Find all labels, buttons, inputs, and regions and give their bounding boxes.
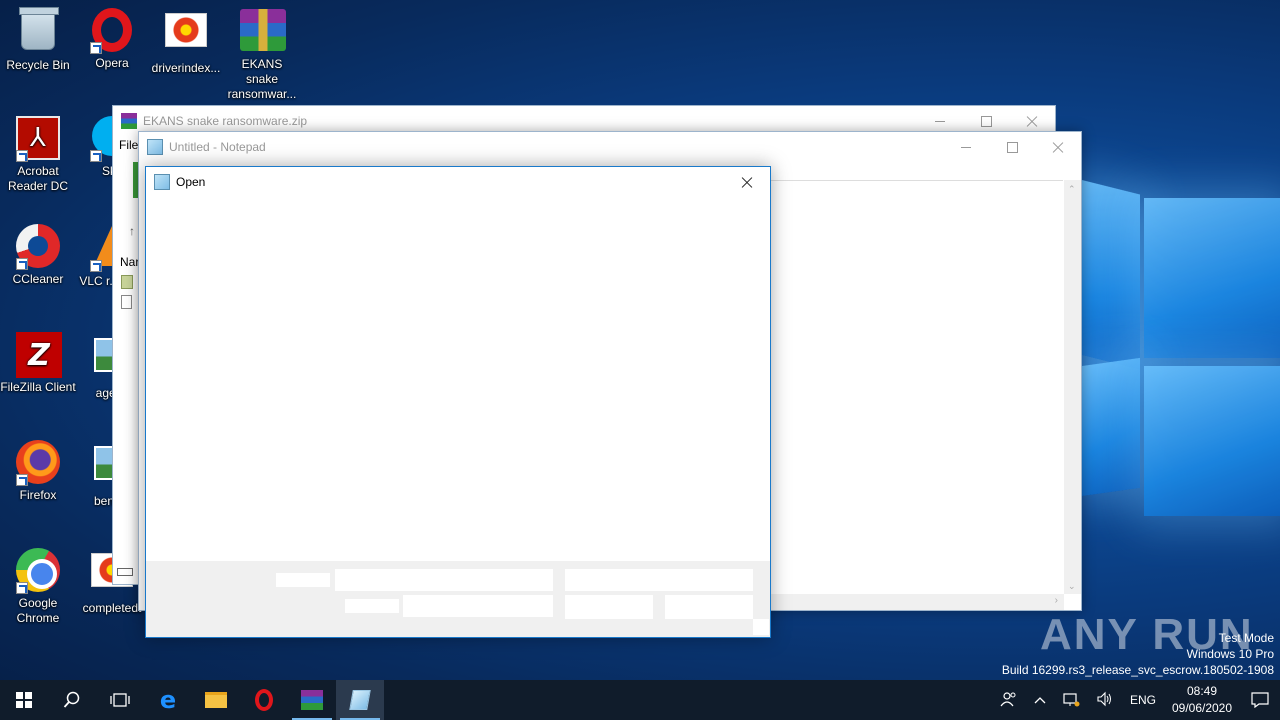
window-title: EKANS snake ransomware.zip xyxy=(143,114,308,128)
scroll-up-icon[interactable]: ⌃ xyxy=(1068,184,1076,195)
file-icon xyxy=(121,295,132,309)
ccleaner-icon xyxy=(16,224,60,270)
desktop-icon-opera[interactable]: Opera xyxy=(74,8,150,71)
winrar-icon xyxy=(301,690,323,710)
desktop-icon-recycle-bin[interactable]: Recycle Bin xyxy=(0,7,76,73)
opera-icon xyxy=(255,689,273,711)
opera-icon xyxy=(90,8,134,54)
windows-wallpaper-logo xyxy=(1082,180,1280,516)
taskbar: e ENG 08:49 09/06/2020 xyxy=(0,680,1280,720)
desktop-icon-label: FileZilla Client xyxy=(0,380,76,394)
taskbar-file-explorer[interactable] xyxy=(192,680,240,720)
action-center-button[interactable] xyxy=(1240,680,1280,720)
file-name-label-placeholder xyxy=(276,573,330,587)
windows-start-icon xyxy=(16,692,32,708)
maximize-button[interactable] xyxy=(989,132,1035,162)
notification-icon xyxy=(1251,692,1269,708)
desktop-icon-label: Google Chrome xyxy=(16,596,60,625)
desktop-icon-label: Opera xyxy=(95,56,129,70)
file-name-input[interactable] xyxy=(335,569,553,591)
desktop-icon-chrome[interactable]: Google Chrome xyxy=(0,548,76,626)
vertical-scrollbar[interactable]: ⌃ ⌄ xyxy=(1064,180,1081,594)
taskbar-notepad[interactable] xyxy=(336,680,384,720)
desktop-icon-filezilla[interactable]: Z FileZilla Client xyxy=(0,332,76,395)
window-title: Untitled - Notepad xyxy=(169,140,266,154)
watermark-line-3: Build 16299.rs3_release_svc_escrow.18050… xyxy=(1001,663,1274,677)
desktop-icon-label: Acrobat Reader DC xyxy=(7,164,69,193)
winrar-app-icon xyxy=(121,113,137,129)
clock[interactable]: 08:49 09/06/2020 xyxy=(1164,683,1240,717)
notepad-icon xyxy=(349,690,371,710)
open-button[interactable] xyxy=(565,595,653,619)
show-hidden-icons-chevron-up-icon[interactable] xyxy=(1026,693,1054,707)
search-button[interactable] xyxy=(48,680,96,720)
folder-icon xyxy=(205,692,227,708)
desktop-icon-label: EKANS snake ransomwar... xyxy=(227,57,297,101)
minimize-button[interactable] xyxy=(943,132,989,162)
desktop-icon-label: driverindex... xyxy=(151,61,221,75)
recycle-bin-icon xyxy=(16,7,60,54)
volume-icon[interactable] xyxy=(1088,691,1122,710)
desktop-icon-label: completedt xyxy=(82,601,142,615)
resize-grip[interactable] xyxy=(753,619,769,635)
encoding-select[interactable] xyxy=(403,595,553,617)
system-tray: ENG 08:49 09/06/2020 xyxy=(992,680,1280,720)
taskbar-opera[interactable] xyxy=(240,680,288,720)
filezilla-icon: Z xyxy=(16,332,62,378)
desktop-icon-ccleaner[interactable]: CCleaner xyxy=(0,224,76,287)
clock-date: 09/06/2020 xyxy=(1171,701,1233,715)
close-button[interactable] xyxy=(1035,132,1081,162)
desktop-icon-acrobat[interactable]: ⅄ Acrobat Reader DC xyxy=(0,116,76,194)
column-header-name[interactable]: Nar xyxy=(120,255,139,269)
image-file-icon xyxy=(164,13,208,57)
firefox-icon xyxy=(16,440,60,486)
notepad-app-icon xyxy=(154,174,170,190)
taskbar-edge[interactable]: e xyxy=(144,680,192,720)
dialog-footer xyxy=(146,561,770,637)
clock-time: 08:49 xyxy=(1186,684,1218,698)
dialog-title: Open xyxy=(176,175,206,189)
acrobat-icon: ⅄ xyxy=(16,116,60,162)
menu-file[interactable]: File xyxy=(119,138,138,152)
test-mode-watermark: Test Mode Windows 10 Pro Build 16299.rs3… xyxy=(1002,630,1274,678)
desktop-icon-label: Firefox xyxy=(19,488,57,502)
watermark-line-1: Test Mode xyxy=(1218,631,1274,645)
cancel-button[interactable] xyxy=(665,595,753,619)
desktop-icon-label: Recycle Bin xyxy=(6,58,70,72)
desktop-icon-firefox[interactable]: Firefox xyxy=(0,440,76,503)
watermark-line-2: Windows 10 Pro xyxy=(1186,647,1274,661)
edge-icon: e xyxy=(159,686,177,714)
scroll-down-icon[interactable]: ⌄ xyxy=(1068,581,1076,592)
input-language[interactable]: ENG xyxy=(1122,693,1164,707)
search-icon xyxy=(63,691,80,708)
task-view-icon xyxy=(110,693,130,707)
taskbar-winrar[interactable] xyxy=(288,680,336,720)
up-arrow-icon[interactable]: ↑ xyxy=(129,224,135,238)
close-button[interactable] xyxy=(724,167,770,197)
task-view-button[interactable] xyxy=(96,680,144,720)
chrome-icon xyxy=(16,548,60,594)
file-type-select[interactable] xyxy=(565,569,753,591)
desktop-icon-driverindex[interactable]: driverindex... xyxy=(148,8,224,76)
desktop-icon-label: CCleaner xyxy=(12,272,64,286)
drive-icon xyxy=(117,568,133,576)
desktop-icon-ekans-archive[interactable]: EKANS snake ransomwar... xyxy=(224,8,300,102)
notepad-titlebar[interactable]: Untitled - Notepad xyxy=(139,132,1081,162)
encoding-label-placeholder xyxy=(345,599,399,613)
open-dialog-titlebar[interactable]: Open xyxy=(146,167,770,197)
winrar-archive-icon xyxy=(240,9,286,53)
scroll-right-icon[interactable]: › xyxy=(1055,595,1058,606)
network-icon[interactable] xyxy=(1054,691,1088,710)
folder-icon xyxy=(121,275,133,289)
people-icon[interactable] xyxy=(992,691,1026,710)
notepad-app-icon xyxy=(147,139,163,155)
start-button[interactable] xyxy=(0,680,48,720)
open-dialog[interactable]: Open xyxy=(145,166,771,638)
